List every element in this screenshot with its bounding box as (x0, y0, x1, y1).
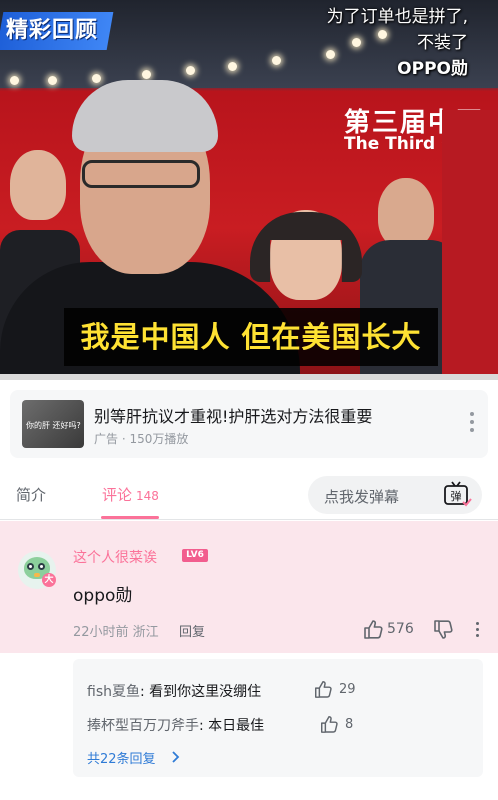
video-top-caption: 为了订单也是拼了, 不装了 OPPO勋 (327, 4, 468, 82)
tab-intro-label: 简介 (16, 486, 47, 504)
thumbs-down-icon (434, 620, 453, 639)
ad-thumbnail: 你的肝 还好吗? (22, 400, 84, 448)
comment-text: oppo勋 (73, 586, 133, 606)
chevron-right-icon (172, 751, 180, 763)
danmaku-icon: 弹 (444, 481, 472, 507)
thumbs-up-icon (315, 681, 332, 698)
reply-separator: : (140, 684, 150, 700)
main-person-hair (72, 80, 218, 152)
danmaku-toggle-button[interactable]: 弹 (442, 480, 472, 510)
danmaku-input[interactable]: 点我发弹幕 弹 (308, 476, 482, 514)
ceiling-light (48, 76, 57, 85)
comment-more-icon[interactable] (476, 622, 480, 640)
crowd-red-jacket (442, 110, 498, 380)
crowd-person-right (378, 178, 434, 248)
danmaku-button-label: 弹 (451, 489, 462, 503)
crowd-person-left (10, 150, 66, 220)
caption-line-1: 为了订单也是拼了, (326, 7, 468, 27)
level-badge: LV6 (182, 549, 208, 562)
reply-item[interactable]: 捧杯型百万刀斧手: 本日最佳 (87, 715, 264, 735)
tab-comments-count: 148 (136, 489, 159, 503)
danmaku-placeholder: 点我发弹幕 (324, 488, 400, 506)
tab-intro[interactable]: 简介 (16, 484, 46, 505)
view-all-replies-link[interactable]: 共22条回复 (87, 748, 156, 767)
ad-meta: 广告 · 150万播放 (94, 432, 189, 446)
comment-time-location: 22小时前 浙江 (73, 625, 159, 640)
reply-username[interactable]: fish夏鱼 (87, 684, 140, 700)
thumbs-up-icon (321, 716, 338, 733)
ceiling-light (272, 56, 281, 65)
reply-text: 看到你这里没绷住 (149, 684, 262, 700)
reply-separator: : (199, 718, 209, 734)
reply-text: 本日最佳 (208, 718, 265, 734)
tab-active-indicator (101, 516, 159, 519)
ceiling-light (10, 76, 19, 85)
reply-item[interactable]: fish夏鱼: 看到你这里没绷住 (87, 681, 261, 701)
caption-line-3: OPPO勋 (397, 59, 468, 79)
avatar-eye (38, 563, 45, 570)
video-subtitle: 我是中国人 但在美国长大 (64, 308, 438, 366)
avatar-beak (34, 573, 40, 577)
ad-title: 别等肝抗议才重视!护肝选对方法很重要 (94, 407, 373, 426)
tab-comments-label: 评论 (102, 486, 133, 504)
thumbs-up-icon (364, 620, 383, 639)
reply-username[interactable]: 捧杯型百万刀斧手 (87, 718, 199, 734)
dislike-button[interactable] (432, 619, 454, 645)
avatar-eye (27, 563, 34, 570)
ad-card[interactable]: 你的肝 还好吗? 别等肝抗议才重视!护肝选对方法很重要 广告 · 150万播放 (10, 390, 488, 458)
more-vertical-icon[interactable] (470, 412, 476, 436)
comment-username[interactable]: 这个人很菜诶 (73, 547, 157, 567)
ceiling-light (142, 70, 151, 79)
reply-like-count: 29 (339, 682, 356, 697)
like-count: 576 (387, 621, 414, 637)
main-person-glasses (82, 160, 200, 188)
video-player[interactable]: 第三届中国 The Third China 精彩回顾 为了订单也是拼了, 不装了… (0, 0, 498, 380)
highlight-badge-text: 精彩回顾 (6, 18, 99, 43)
reply-like-count: 8 (345, 717, 354, 732)
ceiling-light (92, 74, 101, 83)
video-progress-bar[interactable] (0, 374, 498, 380)
reply-button[interactable]: 回复 (179, 621, 205, 640)
reply-like-button[interactable] (319, 714, 339, 738)
vip-badge: 大 (42, 573, 56, 587)
tab-comments[interactable]: 评论 148 (102, 484, 159, 505)
ad-thumbnail-text: 你的肝 还好吗? (26, 421, 81, 430)
caption-line-2: 不装了 (417, 33, 468, 53)
replies-box: fish夏鱼: 看到你这里没绷住 29 捧杯型百万刀斧手: 本日最佳 8 共22… (73, 659, 483, 777)
highlight-badge: 精彩回顾 (0, 12, 114, 50)
ceiling-light (228, 62, 237, 71)
ceiling-light (186, 66, 195, 75)
reply-like-button[interactable] (313, 679, 333, 703)
